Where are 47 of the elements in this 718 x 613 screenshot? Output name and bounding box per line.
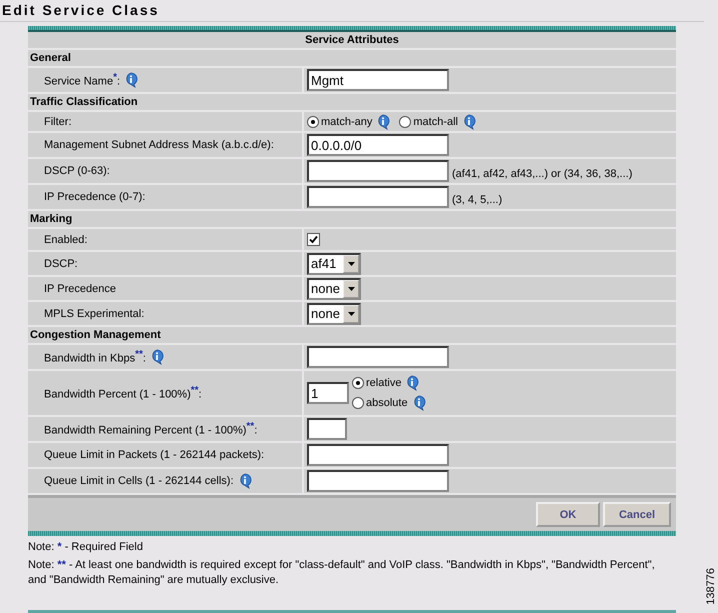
text-field[interactable]: [307, 470, 449, 492]
radio-label: relative: [366, 377, 402, 389]
note-text: Note: * - Required Field: [28, 540, 144, 555]
caret-icon: [348, 312, 354, 316]
figure-number: 138776: [705, 568, 717, 605]
field-label: Queue Limit in Cells (1 - 262144 cells):: [44, 475, 234, 487]
dropdown[interactable]: none: [307, 278, 361, 300]
section-heading: General: [28, 50, 676, 68]
field-label: IP Precedence (0-7):: [44, 191, 146, 203]
text-field[interactable]: [307, 186, 449, 208]
hint-text: (af41, af42, af43,...) or (34, 36, 38,...): [452, 168, 632, 182]
field-label: DSCP (0-63):: [44, 165, 110, 177]
section-heading: Congestion Management: [28, 327, 676, 345]
radio-button[interactable]: [352, 397, 364, 409]
table-header: Service Attributes: [28, 32, 676, 50]
radio-button[interactable]: [399, 116, 412, 128]
text-field[interactable]: Mgmt: [307, 69, 449, 91]
text-field[interactable]: [307, 418, 347, 440]
radio-button[interactable]: [352, 377, 364, 389]
radio-button[interactable]: [307, 116, 319, 128]
field-label: Enabled:: [44, 234, 88, 246]
text-field[interactable]: 0.0.0.0/0: [307, 134, 449, 156]
field-label: Management Subnet Address Mask (a.b.c.d/e):: [44, 139, 274, 151]
hint-text: (3, 4, 5,...): [452, 194, 502, 208]
text-field[interactable]: [307, 444, 449, 466]
note-text: Note: ** - At least one bandwidth is required except for "class-default" and VoIP class. "Bandwidth in Kbps", "Bandwidth Percent", and "Bandwidth Remaining" are mutually exclusive.: [28, 558, 656, 588]
dropdown[interactable]: af41: [307, 252, 361, 274]
text-field[interactable]: 1: [307, 382, 349, 404]
page-title: Edit Service Class: [0, 0, 704, 22]
dialog-button[interactable]: OK: [536, 502, 600, 527]
dropdown[interactable]: none: [307, 302, 361, 324]
section-heading: Marking: [28, 211, 676, 229]
field-label: IP Precedence: [44, 282, 116, 294]
text-field[interactable]: [307, 346, 449, 368]
radio-label: match-all: [413, 116, 458, 128]
caret-icon: [348, 286, 354, 290]
radio-label: absolute: [366, 397, 408, 409]
field-label: Queue Limit in Packets (1 - 262144 packets):: [44, 449, 264, 461]
radio-label: match-any: [321, 116, 372, 128]
dialog-button[interactable]: Cancel: [603, 502, 671, 527]
field-label: Filter:: [44, 116, 72, 128]
text-field[interactable]: [307, 160, 449, 182]
field-label: MPLS Experimental:: [44, 308, 144, 320]
checkbox[interactable]: [307, 233, 320, 246]
caret-icon: [348, 262, 354, 266]
section-heading: Traffic Classification: [28, 94, 676, 112]
field-label: DSCP:: [44, 258, 78, 270]
